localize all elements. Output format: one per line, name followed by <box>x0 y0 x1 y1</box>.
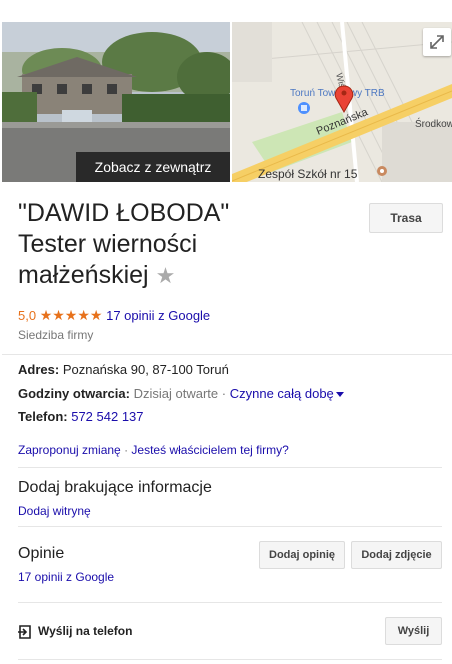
rating-value: 5,0 <box>18 308 37 323</box>
divider <box>18 467 442 468</box>
title-line-3-text: małżeńskiej <box>18 261 149 289</box>
phone-row: Telefon: 572 542 137 <box>18 409 144 425</box>
send-to-phone-row: Wyślij na telefon <box>18 623 132 639</box>
title-line-2: Tester wierności <box>18 230 198 258</box>
address-label: Adres: <box>18 362 60 377</box>
reviews-title: Opinie <box>18 545 65 562</box>
route-button[interactable]: Trasa <box>369 203 443 233</box>
divider <box>18 602 442 603</box>
map-thumbnail[interactable]: Wiślana Toruń Towarowy TRB Poznańska Śro… <box>232 22 452 182</box>
suggest-row: Zaproponuj zmianę · Jesteś właścicielem … <box>18 442 289 458</box>
hours-today: Dzisiaj otwarte <box>133 386 219 401</box>
knowledge-panel: Zobacz z zewnątrz Toruń TRB Poznańska Śr… <box>2 22 452 664</box>
title-line-3: małżeńskiej ★ <box>18 260 348 291</box>
street-view-photo[interactable]: Zobacz z zewnątrz <box>2 22 230 182</box>
hours-value: Czynne całą dobę <box>229 386 334 401</box>
add-website-link[interactable]: Dodaj witrynę <box>18 503 91 519</box>
hours-separator: · <box>221 386 227 401</box>
divider <box>18 526 442 527</box>
add-review-button[interactable]: Dodaj opinię <box>259 541 345 569</box>
business-title: "DAWID ŁOBODA" Tester wierności małżeńsk… <box>18 198 348 291</box>
media-strip: Zobacz z zewnątrz Toruń TRB Poznańska Śr… <box>2 22 452 182</box>
send-button[interactable]: Wyślij <box>385 617 442 645</box>
title-line-1: "DAWID ŁOBODA" <box>18 199 230 227</box>
reviews-count-link[interactable]: 17 opinii z Google <box>18 569 114 585</box>
suggest-edit-link[interactable]: Zaproponuj zmianę <box>18 443 121 457</box>
street-view-button[interactable]: Zobacz z zewnątrz <box>76 152 230 182</box>
owner-link[interactable]: Jesteś właścicielem tej firmy? <box>131 443 288 457</box>
map-label-srodkowa: Środkowa <box>415 117 452 130</box>
suggest-separator: · <box>124 443 129 457</box>
save-star-icon[interactable]: ★ <box>156 263 176 288</box>
map-label-school: Zespół Szkół nr 15 <box>258 167 358 181</box>
hours-row: Godziny otwarcia: Dzisiaj otwarte · Czyn… <box>18 386 344 402</box>
hours-label: Godziny otwarcia: <box>18 386 130 401</box>
reviews-link[interactable]: 17 opinii z Google <box>106 308 210 323</box>
expand-map-button[interactable] <box>423 28 451 56</box>
map-image: Wiślana Toruń Towarowy TRB Poznańska Śro… <box>232 22 452 182</box>
address-row: Adres: Poznańska 90, 87-100 Toruń <box>18 362 229 378</box>
expand-icon <box>430 35 444 49</box>
divider <box>18 659 442 660</box>
send-to-phone-label: Wyślij na telefon <box>38 624 133 638</box>
caret-down-icon <box>335 392 344 398</box>
address-value: Poznańska 90, 87-100 Toruń <box>62 362 229 377</box>
rating-row: 5,0 ★★★★★ 17 opinii z Google <box>18 307 210 324</box>
business-category: Siedziba firmy <box>18 328 94 342</box>
missing-info-title: Dodaj brakujące informacje <box>18 479 212 496</box>
add-photo-button[interactable]: Dodaj zdjęcie <box>351 541 442 569</box>
send-to-phone-icon <box>18 625 31 639</box>
phone-label: Telefon: <box>18 409 68 424</box>
phone-link[interactable]: 572 542 137 <box>71 409 143 424</box>
rating-stars-icon: ★★★★★ <box>39 307 103 323</box>
hours-dropdown[interactable]: Czynne całą dobę <box>230 386 344 401</box>
divider <box>2 354 452 355</box>
